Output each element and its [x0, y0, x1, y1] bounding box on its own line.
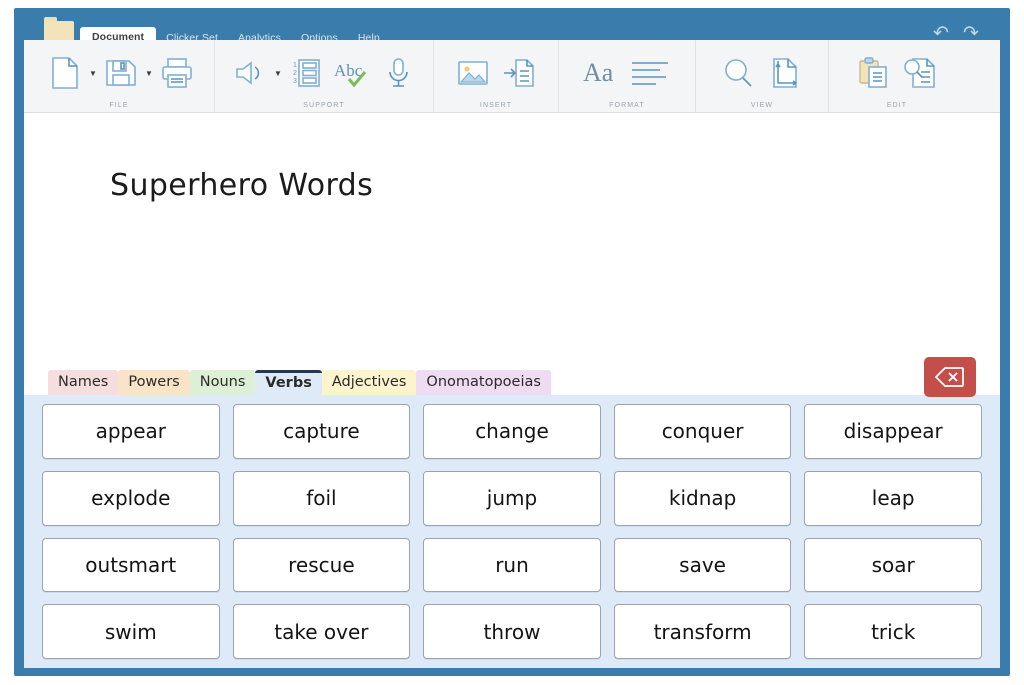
backspace-delete-button[interactable] [924, 357, 976, 397]
word-cell[interactable]: transform [613, 604, 792, 659]
spell-check-icon[interactable]: Abc [329, 50, 375, 96]
word-cell[interactable]: disappear [804, 404, 982, 459]
ribbon-group-view: VIEW [696, 40, 829, 112]
word-cell[interactable]: save [613, 537, 792, 593]
word-cell[interactable]: outsmart [42, 537, 220, 593]
insert-page-icon[interactable] [496, 50, 542, 96]
svg-text:3: 3 [293, 78, 297, 85]
word-cell[interactable]: conquer [613, 404, 792, 459]
save-dropdown-icon[interactable]: ▼ [144, 51, 154, 95]
speaker-icon[interactable] [227, 50, 273, 96]
category-tab-powers[interactable]: Powers [118, 370, 190, 395]
word-cell[interactable]: appear [42, 404, 220, 459]
page-size-icon[interactable] [762, 50, 808, 96]
ribbon-group-insert-label: INSERT [479, 102, 513, 109]
new-document-dropdown-icon[interactable]: ▼ [88, 51, 98, 95]
word-cell[interactable]: leap [804, 470, 982, 526]
word-cell[interactable]: run [423, 537, 601, 593]
microphone-icon[interactable] [375, 50, 421, 96]
document-title-text: Superhero Words [110, 168, 374, 203]
application-window: Document Clicker Set Analytics Options H… [14, 8, 1010, 676]
word-cell[interactable]: foil [232, 470, 411, 526]
word-bank-panel: Names Powers Nouns Verbs Adjectives Onom… [24, 357, 1000, 668]
find-in-document-icon[interactable] [897, 50, 943, 96]
paste-icon[interactable] [851, 50, 897, 96]
document-page: ▼ ▼ FILE ▼ 123 Abc SUPPORT INSERT Aa FOR… [24, 40, 1000, 668]
word-cell-grid: appear capture change conquer disappear … [24, 395, 1000, 668]
ribbon-group-support: ▼ 123 Abc SUPPORT [215, 40, 434, 112]
ribbon-group-file-label: FILE [109, 102, 129, 109]
word-cell[interactable]: trick [804, 604, 982, 659]
word-cell[interactable]: take over [232, 604, 411, 659]
ribbon-group-view-label: VIEW [750, 102, 774, 109]
ribbon-group-file: ▼ ▼ FILE [24, 40, 215, 112]
print-icon[interactable] [154, 50, 200, 96]
category-tab-nouns[interactable]: Nouns [189, 370, 256, 395]
category-tab-verbs[interactable]: Verbs [255, 370, 322, 395]
word-list-icon[interactable]: 123 [283, 50, 329, 96]
speaker-dropdown-icon[interactable]: ▼ [273, 51, 283, 95]
save-icon[interactable] [98, 50, 144, 96]
zoom-icon[interactable] [716, 50, 762, 96]
document-editing-area[interactable]: Superhero Words [24, 113, 1000, 361]
ribbon-group-insert: INSERT [434, 40, 559, 112]
category-tab-names[interactable]: Names [48, 370, 119, 395]
category-tab-onomatopoeias[interactable]: Onomatopoeias [416, 370, 551, 395]
word-cell[interactable]: soar [804, 537, 982, 593]
font-icon[interactable]: Aa [579, 50, 625, 96]
word-cell[interactable]: swim [42, 604, 220, 659]
category-tab-adjectives[interactable]: Adjectives [321, 370, 417, 395]
ribbon-group-edit: EDIT [829, 40, 965, 112]
ribbon-group-edit-label: EDIT [886, 102, 908, 109]
svg-text:Aa: Aa [583, 58, 614, 87]
category-tab-strip: Names Powers Nouns Verbs Adjectives Onom… [24, 357, 1000, 397]
align-icon[interactable] [625, 50, 675, 96]
svg-text:2: 2 [293, 70, 297, 77]
word-cell[interactable]: capture [232, 404, 411, 459]
word-cell[interactable]: jump [423, 470, 601, 526]
svg-text:1: 1 [293, 62, 297, 69]
new-document-icon[interactable] [42, 50, 88, 96]
word-cell[interactable]: explode [42, 470, 220, 526]
svg-text:Abc: Abc [334, 61, 363, 80]
ribbon-group-support-label: SUPPORT [303, 102, 345, 109]
ribbon-group-format-label: FORMAT [609, 102, 645, 109]
ribbon-toolbar: ▼ ▼ FILE ▼ 123 Abc SUPPORT INSERT Aa FOR… [24, 40, 1000, 113]
picture-icon[interactable] [450, 50, 496, 96]
ribbon-group-format: Aa FORMAT [559, 40, 696, 112]
word-cell[interactable]: kidnap [613, 470, 792, 526]
word-cell[interactable]: change [423, 404, 601, 459]
word-cell[interactable]: rescue [232, 537, 411, 593]
word-cell[interactable]: throw [423, 604, 601, 659]
